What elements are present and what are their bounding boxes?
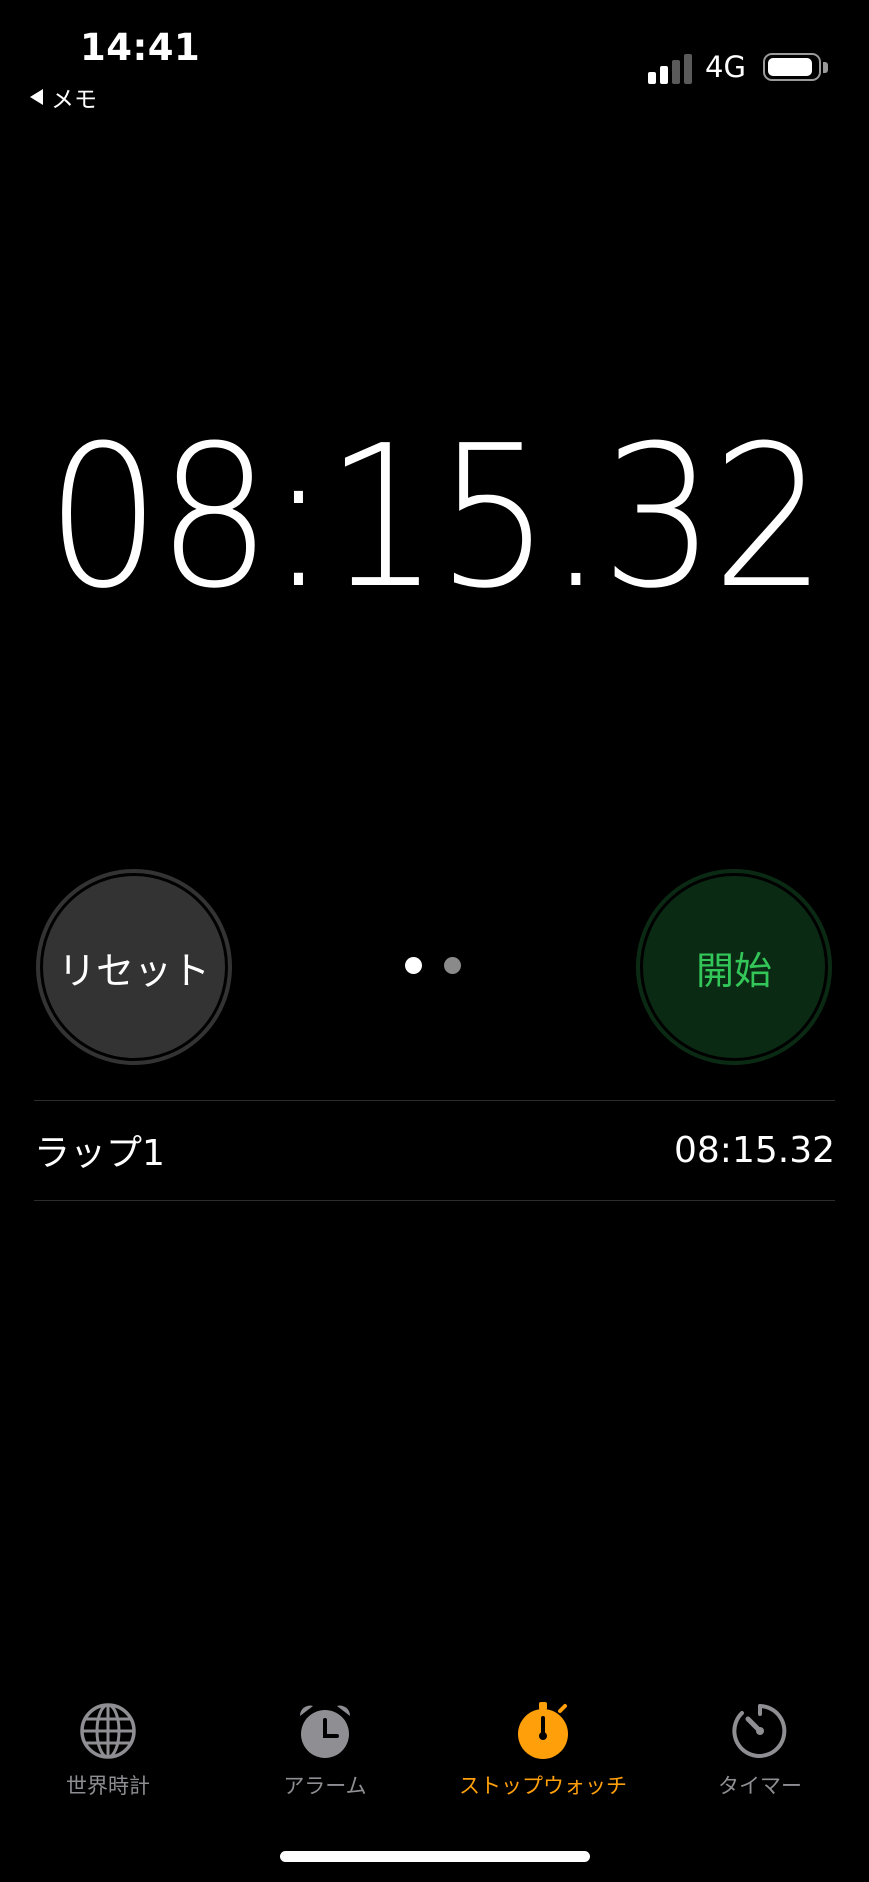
tab-alarm[interactable]: アラーム (225, 1700, 425, 1800)
signal-strength-icon (648, 54, 692, 84)
stopwatch-elapsed-time: 08:15.32 (46, 404, 827, 632)
battery-cap (823, 62, 828, 73)
tab-alarm-label: アラーム (283, 1774, 367, 1798)
tab-world-clock-label: 世界時計 (66, 1774, 150, 1798)
status-time: 14:41 (80, 26, 201, 69)
network-type: 4G (705, 50, 746, 84)
lap-label: ラップ1 (34, 1133, 165, 1174)
lap-row: ラップ1 08:15.32 (34, 1100, 835, 1200)
tab-stopwatch-label: ストップウォッチ (459, 1774, 627, 1798)
globe-icon (80, 1703, 136, 1759)
page-dot[interactable] (444, 957, 461, 974)
tab-world-clock[interactable]: 世界時計 (8, 1700, 208, 1800)
start-button[interactable]: 開始 (636, 869, 832, 1065)
back-to-app-link[interactable]: メモ (30, 80, 97, 114)
alarm-clock-icon (299, 1705, 351, 1758)
start-button-label: 開始 (695, 948, 772, 993)
stopwatch-icon (518, 1702, 568, 1759)
page-indicator[interactable] (405, 957, 461, 974)
reset-button-label: リセット (57, 948, 210, 993)
back-arrow-icon (30, 89, 43, 105)
lap-time: 08:15.32 (674, 1129, 835, 1171)
timer-icon (732, 1704, 787, 1758)
tab-timer-label: タイマー (718, 1774, 802, 1798)
page-dot-active[interactable] (405, 957, 422, 974)
back-label: メモ (51, 87, 97, 113)
tab-timer[interactable]: タイマー (660, 1700, 860, 1800)
tab-stopwatch[interactable]: ストップウォッチ (443, 1700, 643, 1800)
home-indicator[interactable] (280, 1851, 590, 1862)
lap-list-bottom-divider (34, 1200, 835, 1201)
reset-button[interactable]: リセット (36, 869, 232, 1065)
battery-icon (763, 53, 821, 81)
